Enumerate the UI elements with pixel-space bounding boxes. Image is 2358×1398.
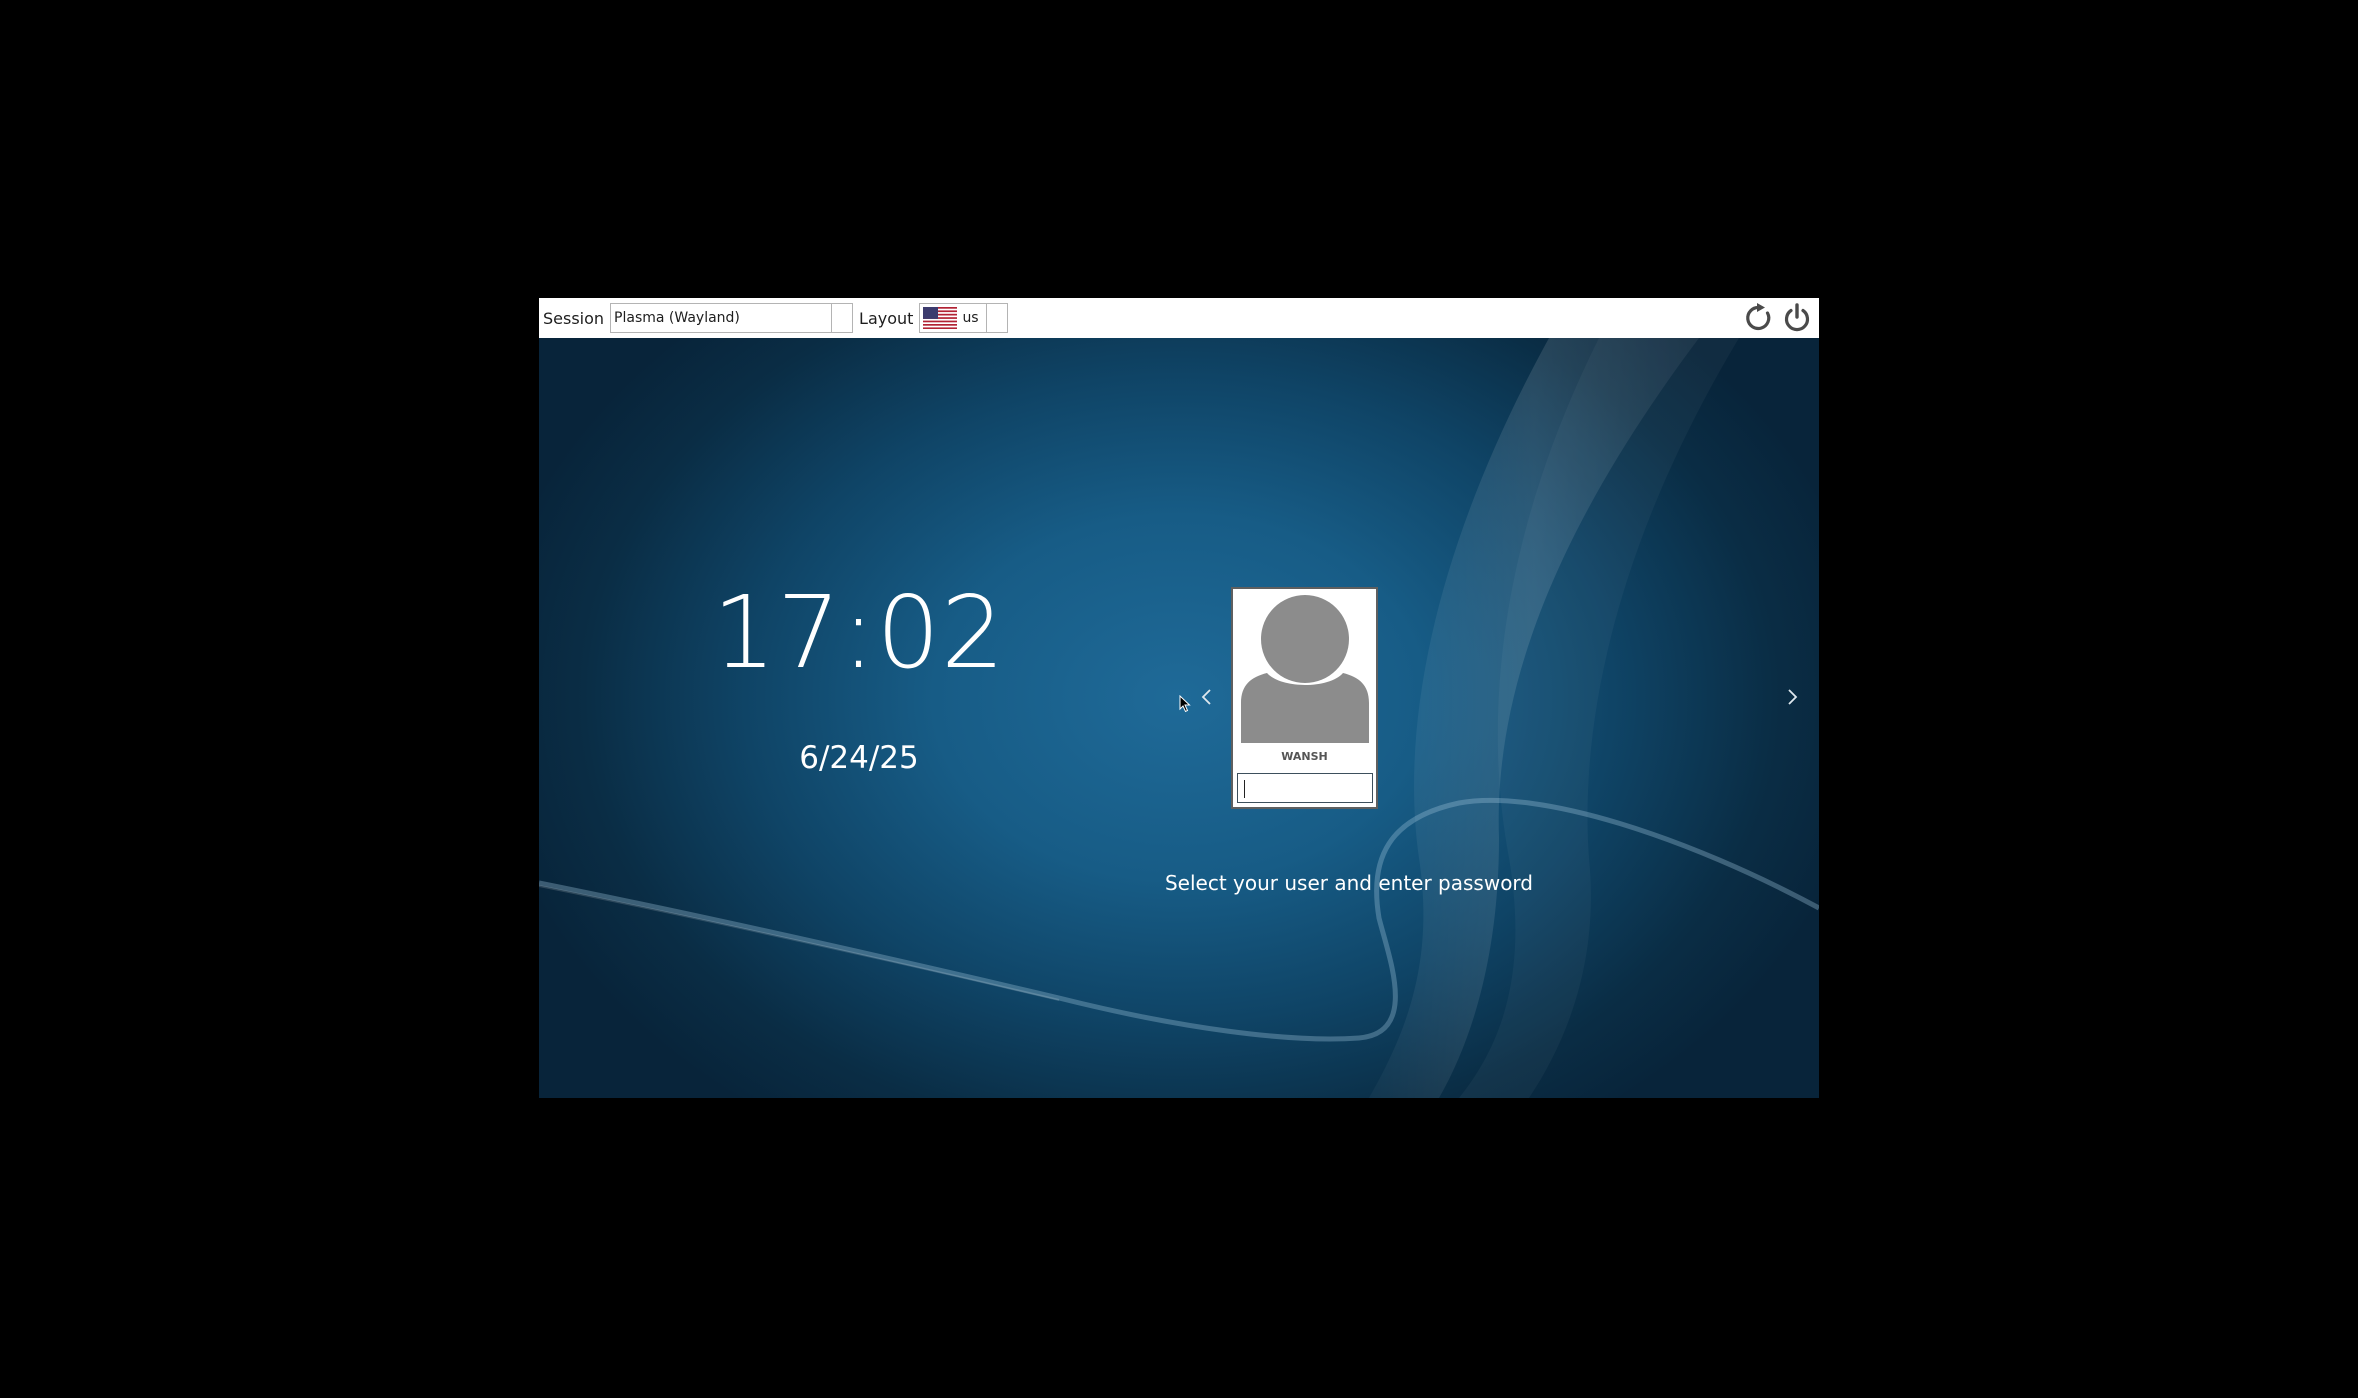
login-hint: Select your user and enter password: [1164, 871, 1533, 895]
session-dropdown-button[interactable]: [831, 304, 852, 332]
layout-label: Layout: [859, 308, 914, 328]
wallpaper-curves: [539, 338, 1819, 1098]
reboot-icon[interactable]: [1743, 302, 1775, 334]
session-dropdown[interactable]: Plasma (Wayland): [610, 303, 854, 333]
layout-dropdown-button[interactable]: [986, 304, 1007, 332]
power-actions: [1743, 302, 1813, 334]
layout-dropdown-value: us: [962, 310, 979, 326]
text-caret: [1244, 780, 1245, 798]
layout-dropdown[interactable]: us: [919, 303, 1009, 333]
top-toolbar: Session Plasma (Wayland) Layout us: [539, 298, 1819, 338]
user-name: WANSH: [1281, 750, 1328, 763]
clock-time: 17:02: [712, 574, 1006, 691]
session-dropdown-value: Plasma (Wayland): [614, 310, 740, 326]
user-card[interactable]: WANSH: [1231, 587, 1378, 809]
wallpaper: [539, 338, 1819, 1098]
power-icon[interactable]: [1781, 302, 1813, 334]
us-flag-icon: [923, 307, 958, 329]
chevron-right-icon[interactable]: [1782, 686, 1802, 708]
user-avatar-icon: [1241, 595, 1369, 743]
mouse-pointer-icon: [1179, 695, 1191, 713]
clock-date: 6/24/25: [799, 740, 919, 776]
password-input[interactable]: [1237, 773, 1373, 803]
login-screen: Session Plasma (Wayland) Layout us 17:02…: [539, 298, 1819, 1098]
session-label: Session: [543, 308, 605, 328]
chevron-left-icon[interactable]: [1197, 686, 1217, 708]
